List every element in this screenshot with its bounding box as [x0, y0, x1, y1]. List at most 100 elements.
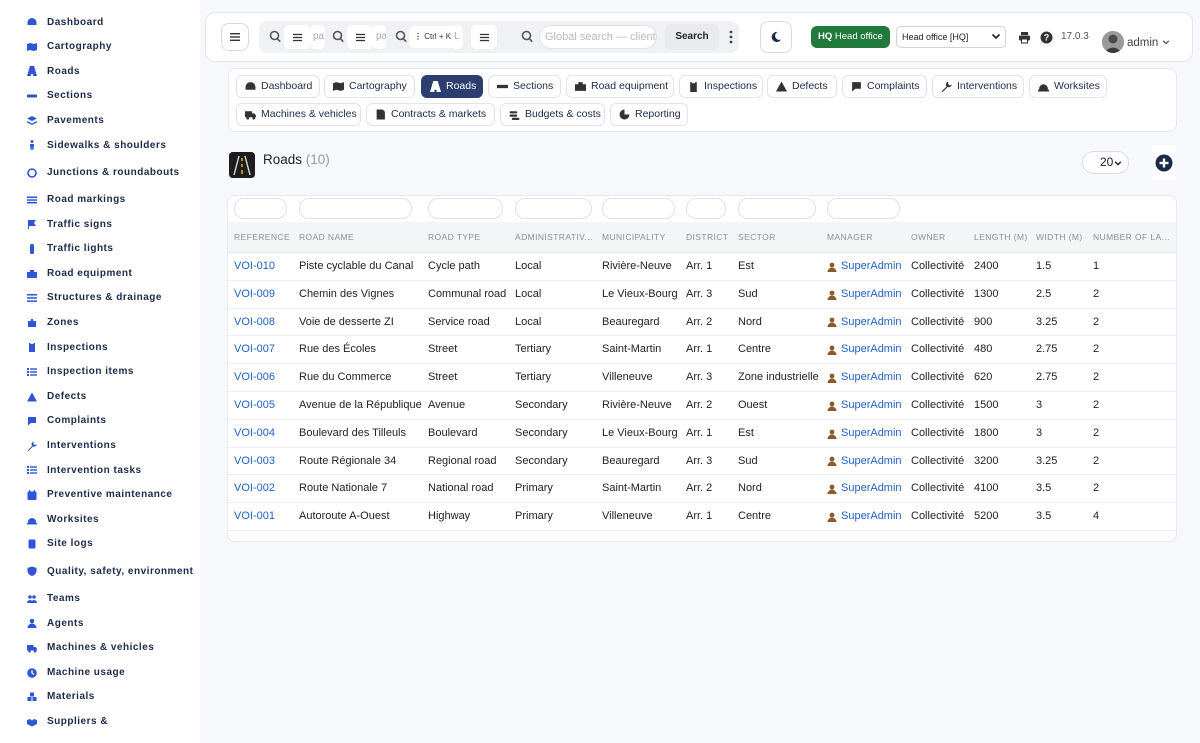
sidebar-item-suppliers[interactable]: Suppliers &	[0, 709, 200, 734]
column-filter-input[interactable]	[299, 198, 412, 219]
search-fragment[interactable]: L	[451, 25, 463, 49]
search-icon[interactable]	[395, 30, 408, 43]
tab-sections[interactable]: Sections	[488, 75, 561, 98]
sidebar-item-agents[interactable]: Agents	[0, 611, 200, 636]
tab-inspections[interactable]: Inspections	[679, 75, 763, 98]
sidebar-item-sidewalks-shoulders[interactable]: Sidewalks & shoulders	[0, 133, 200, 158]
road-reference-link[interactable]: VOI-003	[234, 448, 297, 476]
manager-cell[interactable]: SuperAdmin	[827, 448, 909, 476]
road-reference-link[interactable]: VOI-001	[234, 503, 297, 531]
tab-cartography[interactable]: Cartography	[324, 75, 415, 98]
column-filter-input[interactable]	[738, 198, 816, 219]
add-road-button[interactable]	[1152, 145, 1176, 181]
sidebar-item-teams[interactable]: Teams	[0, 586, 200, 611]
sidebar-item-interventions[interactable]: Interventions	[0, 434, 200, 459]
search-fragment[interactable]: pa	[373, 25, 386, 49]
table-row[interactable]: VOI-009 Chemin des Vignes Communal road Loc…	[228, 281, 1176, 309]
sidebar-item-preventive-maintenance[interactable]: Preventive maintenance	[0, 483, 200, 508]
sidebar-item-complaints[interactable]: Complaints	[0, 409, 200, 434]
manager-cell[interactable]: SuperAdmin	[827, 503, 909, 531]
table-row[interactable]: VOI-006 Rue du Commerce Street Tertiary Vill…	[228, 364, 1176, 392]
column-filter-input[interactable]	[234, 198, 287, 219]
manager-name[interactable]: SuperAdmin	[841, 336, 902, 364]
column-header[interactable]: MANAGER	[827, 222, 907, 253]
column-header[interactable]: SECTOR	[738, 222, 823, 253]
tab-machines-vehicles[interactable]: Machines & vehicles	[236, 103, 361, 126]
sidebar-item-roads[interactable]: Roads	[0, 59, 200, 84]
column-header[interactable]: WIDTH (M)	[1036, 222, 1089, 253]
menu-button[interactable]	[347, 25, 373, 49]
column-filter-input[interactable]	[827, 198, 900, 219]
manager-name[interactable]: SuperAdmin	[841, 420, 902, 448]
table-row[interactable]: VOI-007 Rue des Écoles Street Tertiary Saint…	[228, 336, 1176, 365]
sidebar-item-quality-safety-environment[interactable]: Quality, safety, environment	[0, 556, 200, 586]
sidebar-item-site-logs[interactable]: Site logs	[0, 532, 200, 557]
manager-name[interactable]: SuperAdmin	[841, 392, 902, 420]
sidebar-item-inspections[interactable]: Inspections	[0, 335, 200, 360]
table-row[interactable]: VOI-002 Route Nationale 7 National road Pri…	[228, 475, 1176, 504]
manager-cell[interactable]: SuperAdmin	[827, 475, 909, 503]
tab-complaints[interactable]: Complaints	[842, 75, 927, 98]
column-header[interactable]: OWNER	[911, 222, 970, 253]
table-row[interactable]: VOI-003 Route Régionale 34 Regional road Se…	[228, 448, 1176, 476]
table-row[interactable]: VOI-010 Piste cyclable du Canal Cycle path…	[228, 253, 1176, 281]
search-icon[interactable]	[269, 30, 282, 43]
sidebar-item-junctions-roundabouts[interactable]: Junctions & roundabouts	[0, 158, 200, 188]
sidebar-item-traffic-signs[interactable]: Traffic signs	[0, 212, 200, 237]
manager-cell[interactable]: SuperAdmin	[827, 420, 909, 448]
tab-defects[interactable]: Defects	[767, 75, 837, 98]
road-reference-link[interactable]: VOI-004	[234, 420, 297, 448]
theme-toggle-button[interactable]	[760, 21, 792, 53]
column-header[interactable]: ADMINISTRATIV...	[515, 222, 598, 253]
sidebar-item-defects[interactable]: Defects	[0, 384, 200, 409]
manager-name[interactable]: SuperAdmin	[841, 281, 902, 309]
sidebar-item-intervention-tasks[interactable]: Intervention tasks	[0, 458, 200, 483]
manager-name[interactable]: SuperAdmin	[841, 475, 902, 503]
manager-cell[interactable]: SuperAdmin	[827, 336, 909, 364]
sidebar-item-sections[interactable]: Sections	[0, 84, 200, 109]
column-filter-input[interactable]	[428, 198, 503, 219]
column-filter-input[interactable]	[686, 198, 726, 219]
sidebar-item-zones[interactable]: Zones	[0, 311, 200, 336]
sidebar-item-inspection-items[interactable]: Inspection items	[0, 360, 200, 385]
search-button[interactable]: Search	[665, 24, 719, 50]
column-filter-input[interactable]	[515, 198, 592, 219]
tab-reporting[interactable]: Reporting	[610, 103, 688, 126]
manager-name[interactable]: SuperAdmin	[841, 253, 902, 281]
table-row[interactable]: VOI-008 Voie de desserte ZI Service road Lo…	[228, 309, 1176, 337]
sidebar-item-materials[interactable]: Materials	[0, 685, 200, 710]
sidebar-item-cartography[interactable]: Cartography	[0, 35, 200, 60]
road-reference-link[interactable]: VOI-007	[234, 336, 297, 364]
tab-roads[interactable]: Roads	[421, 75, 483, 98]
search-fragment[interactable]: pa	[310, 25, 325, 49]
road-reference-link[interactable]: VOI-002	[234, 475, 297, 503]
sidebar-item-traffic-lights[interactable]: Traffic lights	[0, 237, 200, 262]
column-header[interactable]: DISTRICT	[686, 222, 734, 253]
global-search-input[interactable]: Global search — clients	[539, 25, 657, 49]
tab-interventions[interactable]: Interventions	[932, 75, 1024, 98]
table-row[interactable]: VOI-004 Boulevard des Tilleuls Boulevard Se…	[228, 420, 1176, 448]
kebab-icon[interactable]	[729, 30, 733, 44]
column-header[interactable]: ROAD NAME	[299, 222, 424, 253]
sidebar-item-machine-usage[interactable]: Machine usage	[0, 660, 200, 685]
sidebar-item-pavements[interactable]: Pavements	[0, 108, 200, 133]
tab-dashboard[interactable]: Dashboard	[236, 75, 320, 98]
manager-name[interactable]: SuperAdmin	[841, 448, 902, 476]
table-row[interactable]: VOI-001 Autoroute A-Ouest Highway Primary Vi…	[228, 503, 1176, 531]
tab-contracts-markets[interactable]: Contracts & markets	[366, 103, 495, 126]
hq-badge[interactable]: HQ Head office	[811, 26, 890, 48]
menu-toggle-button[interactable]	[221, 23, 249, 51]
manager-cell[interactable]: SuperAdmin	[827, 364, 909, 392]
column-header[interactable]: NUMBER OF LA...	[1093, 222, 1174, 253]
tab-budgets-costs[interactable]: Budgets & costs	[500, 103, 605, 126]
road-reference-link[interactable]: VOI-008	[234, 309, 297, 337]
manager-name[interactable]: SuperAdmin	[841, 309, 902, 337]
tab-worksites[interactable]: Worksites	[1029, 75, 1107, 98]
manager-cell[interactable]: SuperAdmin	[827, 309, 909, 337]
table-row[interactable]: VOI-005 Avenue de la République Avenue Seco…	[228, 392, 1176, 420]
user-menu[interactable]: admin	[1127, 37, 1170, 49]
manager-cell[interactable]: SuperAdmin	[827, 253, 909, 281]
column-header[interactable]: MUNICIPALITY	[602, 222, 682, 253]
sidebar-item-machines-vehicles[interactable]: Machines & vehicles	[0, 636, 200, 661]
menu-button[interactable]	[284, 25, 310, 49]
